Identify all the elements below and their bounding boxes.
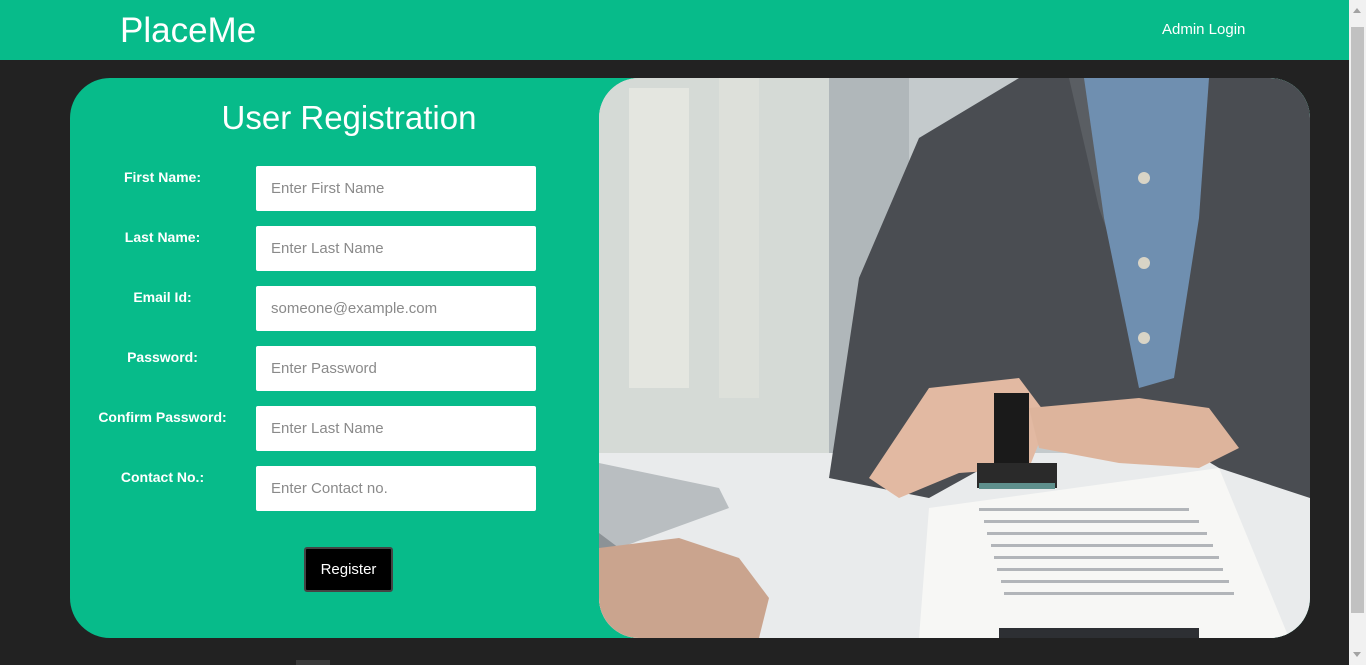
last-name-row: Last Name: (70, 226, 630, 271)
first-name-input[interactable] (256, 166, 536, 211)
last-name-input[interactable] (256, 226, 536, 271)
brand-logo[interactable]: PlaceMe (120, 10, 256, 52)
confirm-password-input[interactable] (256, 406, 536, 451)
scroll-up-icon[interactable] (1353, 8, 1361, 13)
confirm-password-row: Confirm Password: (70, 406, 630, 451)
email-label: Email Id: (133, 289, 192, 305)
registration-card: User Registration First Name: Last Name:… (70, 78, 1310, 638)
first-name-row: First Name: (70, 166, 630, 211)
password-input[interactable] (256, 346, 536, 391)
navbar: PlaceMe Admin Login (0, 0, 1349, 60)
last-name-label: Last Name: (124, 229, 201, 245)
photo-illustration (599, 78, 1310, 638)
vertical-scrollbar[interactable] (1349, 0, 1366, 665)
scrollbar-thumb[interactable] (1351, 27, 1364, 613)
password-label: Password: (127, 349, 198, 365)
page: PlaceMe Admin Login User Registration Fi… (0, 0, 1366, 665)
email-row: Email Id: (70, 286, 630, 331)
password-row: Password: (70, 346, 630, 391)
contact-label: Contact No.: (120, 469, 205, 485)
contact-row: Contact No.: (70, 466, 630, 511)
first-name-label: First Name: (123, 169, 202, 185)
bottom-sliver (296, 660, 330, 665)
confirm-password-label: Confirm Password: (98, 409, 227, 425)
register-button[interactable]: Register (304, 547, 393, 592)
hero-photo (599, 78, 1310, 638)
scroll-down-icon[interactable] (1353, 652, 1361, 657)
contact-input[interactable] (256, 466, 536, 511)
form-title: User Registration (221, 99, 477, 136)
admin-login-link[interactable]: Admin Login (1162, 20, 1245, 40)
email-input[interactable] (256, 286, 536, 331)
